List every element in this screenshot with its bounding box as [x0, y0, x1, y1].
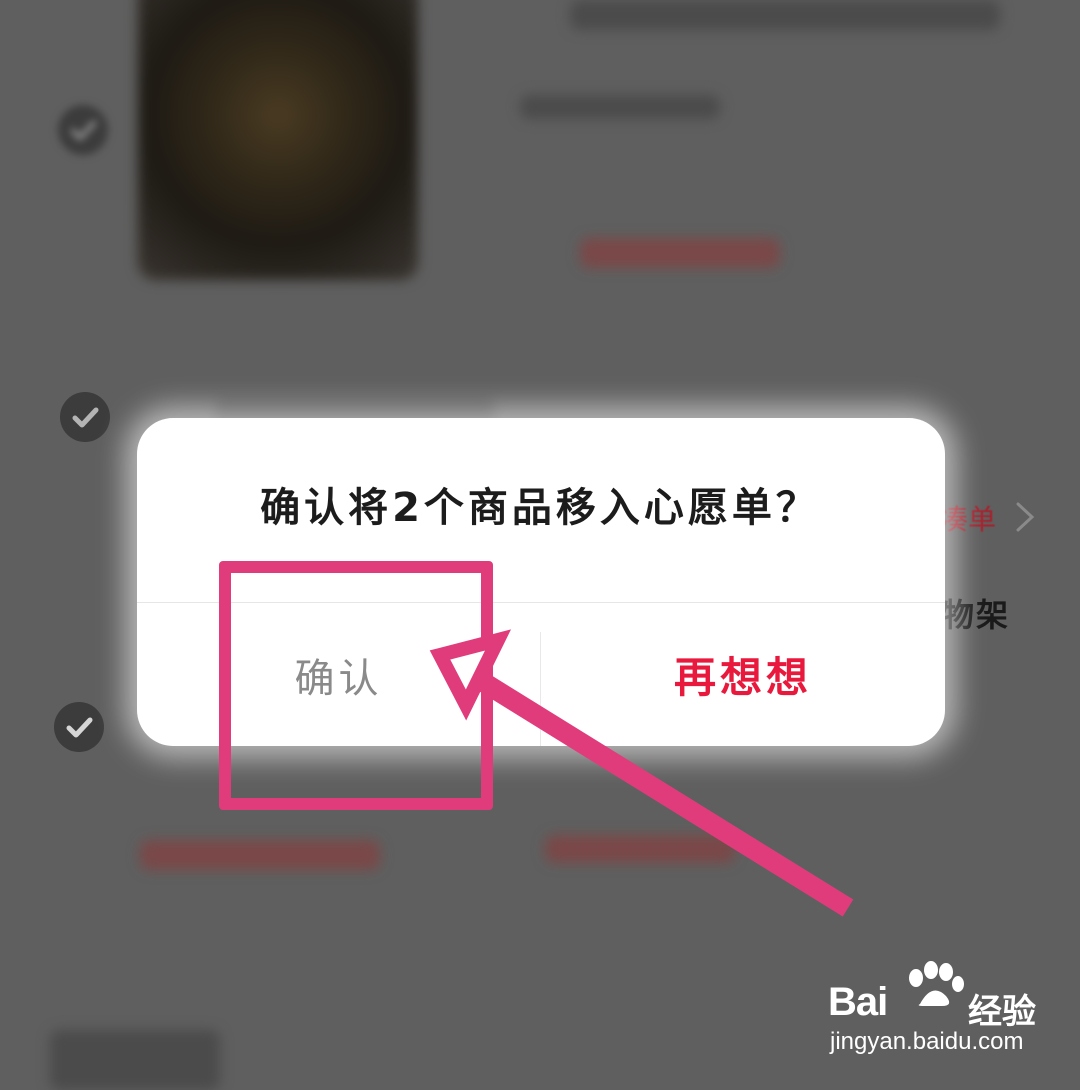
product-title-line: [570, 0, 1000, 30]
watermark-brand-cn: 经验: [968, 992, 1036, 1032]
promo-line-2: [545, 835, 735, 863]
check-circle-icon[interactable]: [60, 392, 110, 442]
watermark-url: jingyan.baidu.com: [830, 1028, 1024, 1055]
bottom-block: [50, 1030, 220, 1090]
check-circle-icon[interactable]: [54, 702, 104, 752]
check-circle-icon[interactable]: [58, 105, 108, 155]
baidu-jingyan-watermark: Bai 经验 jingyan.baidu.com: [828, 960, 1048, 1060]
promo-line-1: [140, 840, 380, 870]
rethink-button[interactable]: 再想想: [541, 603, 945, 746]
watermark-brand: Bai: [828, 980, 888, 1024]
confirm-button[interactable]: 确认: [137, 603, 540, 746]
product-spec-line: [520, 95, 720, 119]
product-thumbnail: [138, 0, 418, 280]
background-label: 物架: [942, 596, 1011, 634]
dialog-title: 确认将2个商品移入心愿单？: [260, 485, 820, 531]
product-price-line: [580, 238, 780, 268]
